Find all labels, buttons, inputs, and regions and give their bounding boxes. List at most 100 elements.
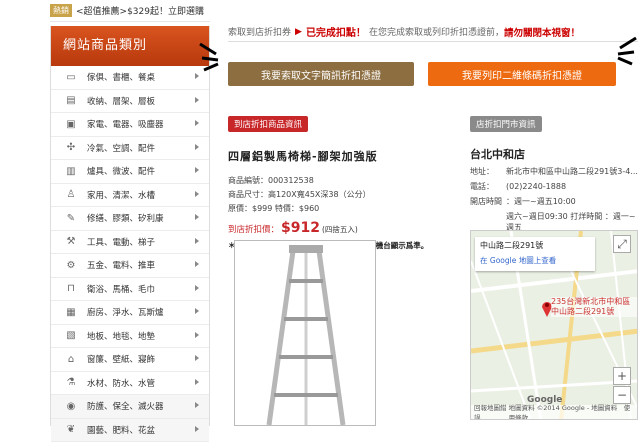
arrow-right-icon: ▶ [295,27,302,37]
sidebar-item-label: 家用、清潔、水槽 [87,189,155,201]
store-section-tag: 店折扣門市資訊 [470,116,542,132]
sidebar-item-label: 傢俱、書櫃、餐桌 [87,71,155,83]
store-detail-value: (02)2240-1888 [506,181,566,192]
discount-price-row: 到店折扣價： $912 (四捨五入) [228,220,448,236]
map-attribution: 地圖資料 ©2014 Google - 地圖資料 使用條款 [509,402,634,420]
sidebar-item[interactable]: ◉ 防護、保全、滅火器 [51,395,209,419]
sidebar-item[interactable]: ▤ 收納、層架、層板 [51,90,209,114]
notice-bar: 索取到店折扣券 ▶ 已完成扣點！ 在您完成索取或列印折扣憑證前， 請勿關閉本視窗… [228,22,638,42]
map-view-link[interactable]: 在 Google 地圖上查看 [480,255,590,266]
bottle-icon: ♙ [63,189,79,200]
promo-link[interactable]: <超值推薦>$329起！立即選購 [76,4,204,17]
sidebar-item-label: 水材、防水、水管 [87,377,155,389]
category-list: ▭ 傢俱、書櫃、餐桌 ▤ 收納、層架、層板 ▣ 家電、電器、吸塵器 ✣ 冷氣、空調、配件 ▥ 爐具… [51,66,209,442]
sidebar-item[interactable]: ⌂窗簾、壁紙、寢飾 [51,348,209,372]
sidebar-item[interactable]: ♙ 家用、清潔、水槽 [51,184,209,208]
floor-icon: ▧ [63,330,79,341]
toilet-icon: ⊓ [63,283,79,294]
sidebar-item[interactable]: ▧ 地板、地毯、地墊 [51,325,209,349]
sidebar-item[interactable]: ▥ 爐具、微波、配件 [51,160,209,184]
sidebar-item[interactable]: ⚒ 工具、電動、梯子 [51,231,209,255]
sofa-icon: ▭ [63,72,79,83]
sidebar-item[interactable]: ▣ 家電、電器、吸塵器 [51,113,209,137]
map-card-title: 中山路二段291號 [480,240,590,251]
product-size: 商品尺寸：高120X寬45X深38（公分） [228,190,448,200]
promo-bar[interactable]: 熱銷 <超值推薦>$329起！立即選購 [50,0,210,22]
price-label: 到店折扣價： [228,223,279,235]
chevron-right-icon [195,285,199,291]
sidebar-item-label: 工具、電動、梯子 [87,236,155,248]
product-image [234,240,376,426]
product-code: 商品編號：000312538 [228,176,448,186]
spark-left-icon [198,42,220,72]
sidebar-item-label: 收納、層架、層板 [87,95,155,107]
store-detail-value: ：週一~週五10:00 [506,196,576,207]
store-detail-key: 開店時間 [470,196,506,207]
notice-done: 已完成扣點！ [306,24,366,39]
product-section-tag: 到店折扣商品資訊 [228,116,308,132]
sidebar-item-label: 衛浴、馬桶、毛巾 [87,283,155,295]
sidebar-item-label: 五金、電料、推車 [87,259,155,271]
chevron-right-icon [195,191,199,197]
sidebar-item-label: 防護、保全、滅火器 [87,400,164,412]
price-rounding-note: (四捨五入) [322,224,358,235]
sidebar-item[interactable]: ❦園藝、肥料、花盆 [51,419,209,442]
map-info-card: 中山路二段291號 在 Google 地圖上查看 [475,237,595,271]
eye-icon: ◉ [63,401,79,412]
curtain-icon: ⌂ [63,354,79,365]
sidebar-item[interactable]: ⚙ 五金、電料、推車 [51,254,209,278]
brush-icon: ✎ [63,213,79,224]
chevron-right-icon [195,332,199,338]
product-original-price: 原價：$999 特價：$960 [228,204,448,214]
tool-icon: ⚒ [63,236,79,247]
sidebar-item[interactable]: ✎修繕、膠類、矽利康 [51,207,209,231]
category-sidebar: 網站商品類別 ▭ 傢俱、書櫃、餐桌 ▤ 收納、層架、層板 ▣ 家電、電器、吸塵器 ✣ 冷氣、空… [50,26,210,426]
sidebar-item-label: 冷氣、空調、配件 [87,142,155,154]
chevron-right-icon [195,214,199,220]
ladder-image [235,241,375,425]
spark-right-icon [616,36,638,66]
discount-price: $912 [281,220,320,236]
appliance-icon: ▣ [63,119,79,130]
sidebar-item[interactable]: ✣ 冷氣、空調、配件 [51,137,209,161]
zoom-in-button[interactable]: + [613,367,631,385]
store-detail-row: 開店時間：週一~週五10:00 [470,196,638,207]
chevron-right-icon [195,261,199,267]
sidebar-title: 網站商品類別 [51,26,209,66]
print-qr-coupon-button[interactable]: 我要列印二維條碼折扣憑證 [428,62,616,86]
sidebar-item[interactable]: ⚗水材、防水、水管 [51,372,209,396]
store-name: 台北中和店 [470,146,638,162]
chevron-right-icon [195,426,199,432]
hot-badge: 熱銷 [50,4,72,17]
store-detail-key: 電話： [470,181,506,192]
store-detail-key: 地址： [470,166,506,177]
sidebar-item-label: 爐具、微波、配件 [87,165,155,177]
chevron-right-icon [195,238,199,244]
store-info: 店折扣門市資訊 台北中和店 地址：新北市中和區中山路二段291號3-4...電話… [470,112,638,248]
sidebar-item[interactable]: ▦ 廚房、淨水、瓦斯爐 [51,301,209,325]
product-name: 四層鋁製馬椅梯-腳架加強版 [228,148,448,164]
notice-text: 在您完成索取或列印折扣憑證前， [369,25,504,38]
map-pin-label: 235台灣新北市中和區中山路二段291號 [551,297,637,317]
notice-warning: 請勿關閉本視窗！ [504,25,580,39]
fan-icon: ✣ [63,142,79,153]
shelf-icon: ▤ [63,95,79,106]
chevron-right-icon [195,144,199,150]
notice-step: 索取到店折扣券 [228,25,291,38]
chevron-right-icon [195,402,199,408]
sidebar-item-label: 地板、地毯、地墊 [87,330,155,342]
map-footer: 回報地圖錯誤 地圖資料 ©2014 Google - 地圖資料 使用條款 [471,405,637,419]
sidebar-item[interactable]: ⊓ 衛浴、馬桶、毛巾 [51,278,209,302]
request-text-coupon-button[interactable]: 我要索取文字簡訊折扣憑證 [228,62,414,86]
sidebar-item-label: 廚房、淨水、瓦斯爐 [87,306,164,318]
fullscreen-icon[interactable]: ⤢ [613,235,631,253]
chevron-right-icon [195,73,199,79]
map-report-link[interactable]: 回報地圖錯誤 [474,402,509,420]
sidebar-item-label: 家電、電器、吸塵器 [87,118,164,130]
chevron-right-icon [195,120,199,126]
store-map[interactable]: 中山路二段291號 在 Google 地圖上查看 ⤢ + − 235台灣新北市中… [470,230,638,420]
hardware-icon: ⚙ [63,260,79,271]
sidebar-item[interactable]: ▭ 傢俱、書櫃、餐桌 [51,66,209,90]
stove-icon: ▥ [63,166,79,177]
kitchen-icon: ▦ [63,307,79,318]
